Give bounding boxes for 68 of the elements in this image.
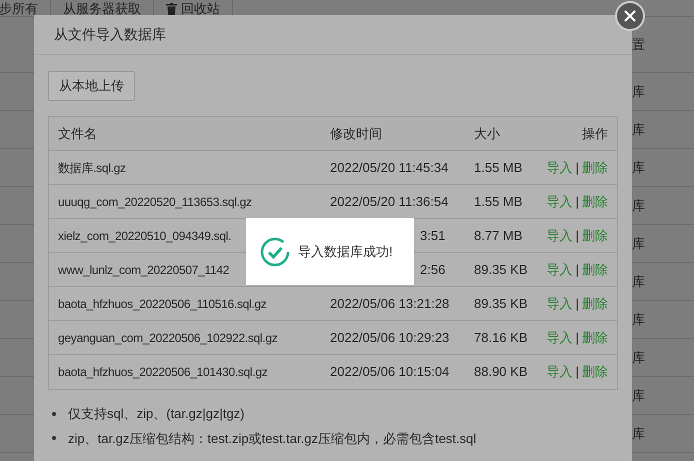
modified-time: 3:51 xyxy=(420,228,446,243)
file-name: www_lunlz_com_20220507_1142 xyxy=(58,262,230,277)
file-size: 1.55 MB xyxy=(474,194,522,209)
import-link[interactable]: 导入 xyxy=(546,158,573,178)
import-link[interactable]: 导入 xyxy=(546,260,573,280)
file-size: 1.55 MB xyxy=(474,160,522,175)
import-link[interactable]: 导入 xyxy=(546,294,573,314)
delete-link[interactable]: 删除 xyxy=(582,294,608,314)
note-text: zip、tar.gz压缩包结构：test.zip或test.tar.gz压缩包内，必需包含test.sql xyxy=(68,430,476,448)
separator: | xyxy=(576,158,579,177)
separator: | xyxy=(576,226,579,245)
delete-link[interactable]: 删除 xyxy=(582,158,608,178)
modified-time: 2:56 xyxy=(420,262,446,277)
separator: | xyxy=(576,260,579,279)
modified-time: 2022/05/06 13:21:28 xyxy=(330,296,450,311)
table-cell-text: 库 xyxy=(632,348,645,367)
file-name: baota_hfzhuos_20220506_101430.sql.gz xyxy=(58,365,268,380)
column-header: 操作 xyxy=(581,124,609,143)
table-cell-text: 库 xyxy=(632,82,645,101)
column-header: 文件名 xyxy=(57,124,98,143)
modified-time: 2022/05/20 11:36:54 xyxy=(330,194,448,209)
delete-link[interactable]: 删除 xyxy=(582,192,608,212)
file-size: 88.90 KB xyxy=(474,364,528,380)
file-name: geyanguan_com_20220506_102922.sql.gz xyxy=(58,330,278,345)
note-text: 仅支持sql、zip、(tar.gz|gz|tgz) xyxy=(68,405,245,423)
table-cell-text: 库 xyxy=(632,158,645,177)
table-cell-text: 库 xyxy=(632,196,645,215)
delete-link[interactable]: 删除 xyxy=(582,260,608,280)
delete-link[interactable]: 删除 xyxy=(582,226,608,246)
success-icon xyxy=(260,236,290,266)
separator: | xyxy=(576,294,579,313)
table-cell-text: 库 xyxy=(632,386,645,405)
modified-time: 2022/05/20 11:45:34 xyxy=(330,160,448,175)
file-name: uuuqg_com_20220520_113653.sql.gz xyxy=(58,194,252,209)
modified-time: 2022/05/06 10:29:23 xyxy=(330,330,450,345)
import-link[interactable]: 导入 xyxy=(546,192,573,212)
file-size: 89.35 KB xyxy=(474,296,528,311)
delete-link[interactable]: 删除 xyxy=(582,362,608,382)
import-link[interactable]: 导入 xyxy=(546,226,573,246)
column-header: 大小 xyxy=(474,124,501,143)
file-size: 89.35 KB xyxy=(474,262,528,277)
separator: | xyxy=(576,328,579,347)
import-link[interactable]: 导入 xyxy=(546,328,573,348)
table-cell-text: 库 xyxy=(632,272,645,291)
file-size: 8.77 MB xyxy=(474,228,522,243)
separator: | xyxy=(576,363,579,382)
delete-link[interactable]: 删除 xyxy=(582,328,608,348)
file-name: xielz_com_20220510_094349.sql. xyxy=(58,228,232,243)
trash-icon xyxy=(166,2,177,14)
file-size: 78.16 KB xyxy=(474,330,528,345)
import-link[interactable]: 导入 xyxy=(546,362,573,382)
column-header: 置 xyxy=(632,36,645,54)
table-cell-text: 库 xyxy=(632,120,645,139)
table-cell-text: 库 xyxy=(632,234,645,253)
column-header: 修改时间 xyxy=(330,124,383,143)
file-name: baota_hfzhuos_20220506_110516.sql.gz xyxy=(58,296,267,311)
modified-time: 2022/05/06 10:15:04 xyxy=(330,364,450,380)
file-name: 数据库.sql.gz xyxy=(58,160,126,175)
dialog-title: 从文件导入数据库 xyxy=(54,25,166,44)
bullet-icon xyxy=(52,412,56,416)
table-cell-text: 库 xyxy=(632,310,645,329)
table-cell-text: 库 xyxy=(632,424,645,443)
bullet-icon xyxy=(52,436,56,440)
close-button[interactable] xyxy=(615,1,645,31)
close-icon xyxy=(624,10,636,22)
upload-button[interactable]: 从本地上传 xyxy=(48,71,135,101)
toast-message: 导入数据库成功! xyxy=(298,242,393,261)
separator: | xyxy=(576,192,579,211)
